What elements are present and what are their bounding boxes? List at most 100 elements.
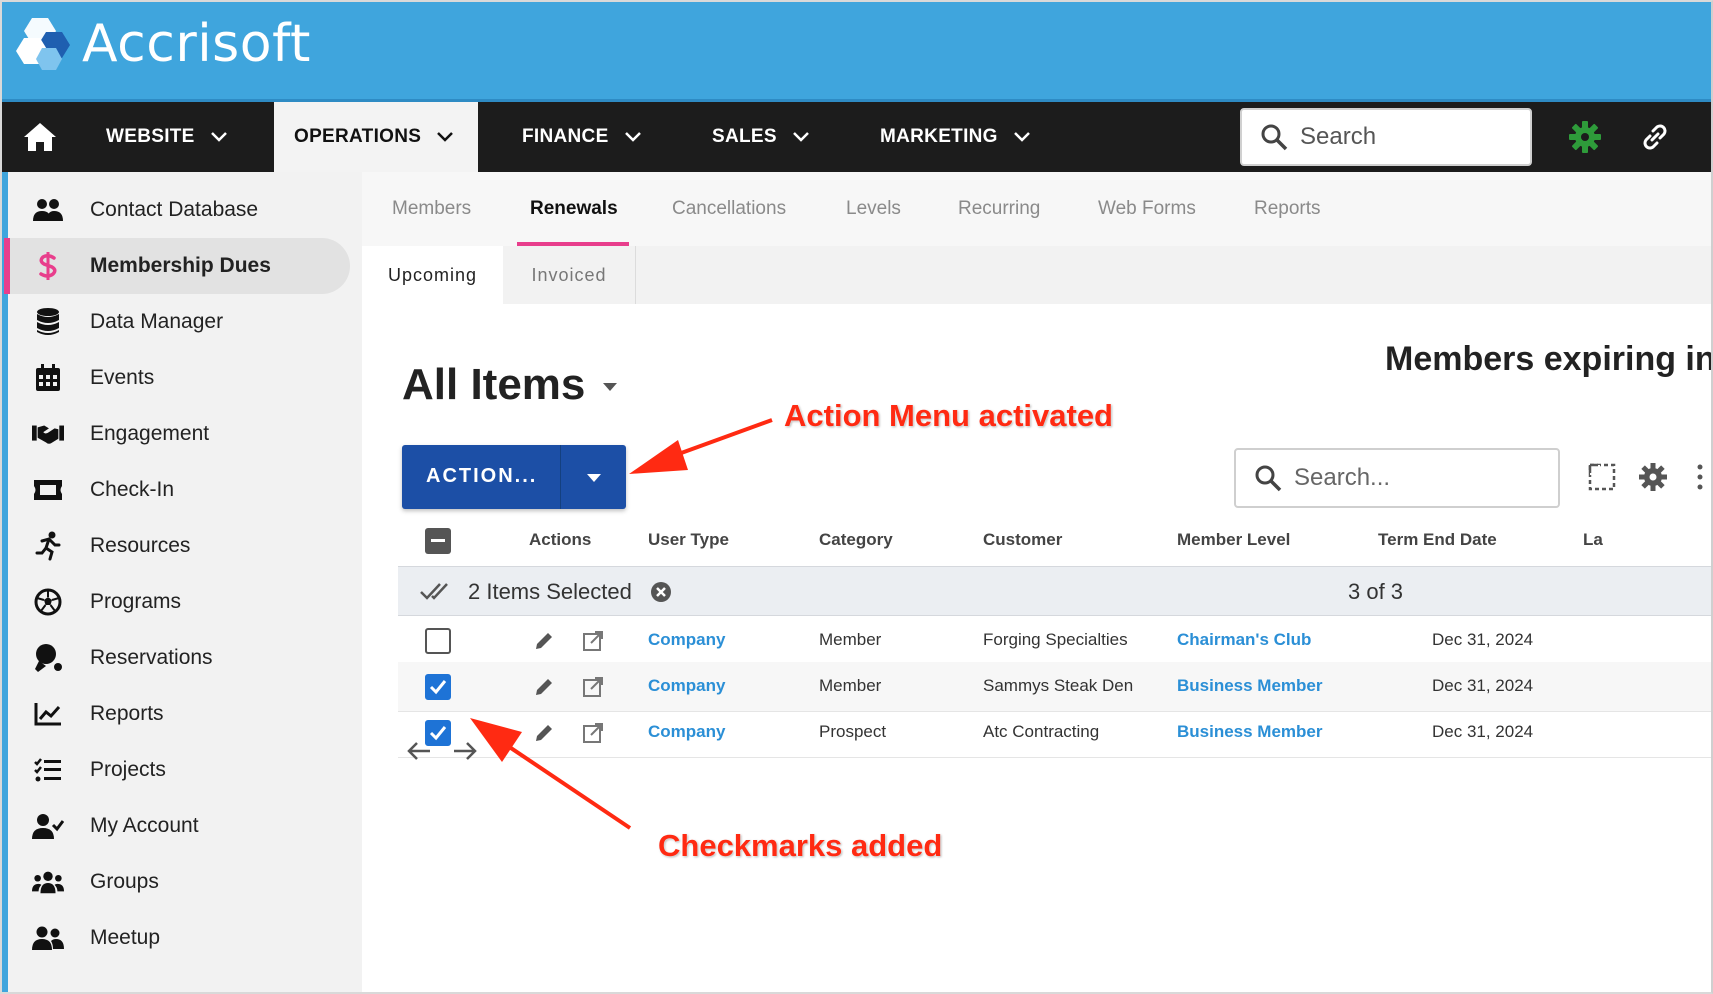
sidebar-item-programs[interactable]: Programs: [10, 574, 350, 630]
nav-website[interactable]: WEBSITE: [106, 102, 227, 172]
table-row: Company Member Forging Specialties Chair…: [398, 616, 1711, 666]
sidebar-item-reports[interactable]: Reports: [10, 686, 350, 742]
cell-member-level[interactable]: Business Member: [1177, 722, 1323, 742]
action-button-label: ACTION...: [426, 465, 538, 487]
caret-down-icon[interactable]: [586, 473, 602, 483]
column-header-member-level[interactable]: Member Level: [1177, 530, 1290, 550]
sidebar-item-label: Programs: [90, 590, 182, 613]
record-count-text: 3 of 3: [1348, 579, 1404, 604]
view-title[interactable]: All Items: [402, 360, 585, 410]
tab-web-forms[interactable]: Web Forms: [1098, 172, 1196, 246]
sidebar-item-data-manager[interactable]: Data Manager: [10, 294, 350, 350]
subtab-invoiced[interactable]: Invoiced: [503, 246, 636, 304]
tab-members[interactable]: Members: [392, 172, 471, 246]
sidebar-item-groups[interactable]: Groups: [10, 854, 350, 910]
edit-pencil-icon[interactable]: [533, 630, 555, 652]
tasks-icon: [32, 754, 64, 786]
tab-recurring[interactable]: Recurring: [958, 172, 1040, 246]
tab-levels[interactable]: Levels: [846, 172, 901, 246]
main-nav: WEBSITE OPERATIONS FINANCE SALES MARKETI…: [2, 102, 1711, 172]
sidebar-item-label: Membership Dues: [90, 254, 271, 277]
nav-marketing[interactable]: MARKETING: [880, 102, 1030, 172]
arrow-right-icon[interactable]: [452, 740, 478, 762]
open-external-icon[interactable]: [582, 630, 604, 652]
tab-reports[interactable]: Reports: [1254, 172, 1321, 246]
calendar-icon: [32, 362, 64, 394]
sidebar-item-events[interactable]: Events: [10, 350, 350, 406]
sidebar-item-resources[interactable]: Resources: [10, 518, 350, 574]
global-search-input[interactable]: Search: [1240, 108, 1532, 166]
clear-selection-icon[interactable]: [650, 581, 672, 603]
link-icon[interactable]: [1638, 120, 1672, 154]
settings-gear-icon[interactable]: [1568, 120, 1602, 154]
soccer-ball-icon: [32, 586, 64, 618]
nav-finance[interactable]: FINANCE: [522, 102, 641, 172]
edit-pencil-icon[interactable]: [533, 676, 555, 698]
sidebar-item-check-in[interactable]: Check-In: [10, 462, 350, 518]
sidebar-item-label: Events: [90, 366, 155, 389]
handshake-icon: [32, 418, 64, 450]
user-check-icon: [32, 810, 64, 842]
selection-count-text: 2 Items Selected: [468, 579, 632, 604]
chevron-down-icon: [210, 132, 227, 142]
module-tabs: Members Renewals Cancellations Levels Re…: [362, 172, 1711, 246]
action-button-divider: [560, 445, 561, 509]
database-icon: [32, 306, 64, 338]
column-header-category[interactable]: Category: [819, 530, 893, 550]
cell-customer: Sammys Steak Den: [983, 676, 1134, 695]
nav-sales[interactable]: SALES: [712, 102, 809, 172]
search-icon: [1261, 124, 1288, 151]
subtab-upcoming[interactable]: Upcoming: [362, 246, 503, 304]
action-button[interactable]: ACTION...: [402, 445, 626, 509]
cell-user-type[interactable]: Company: [648, 630, 725, 650]
more-vertical-icon[interactable]: [1694, 462, 1706, 492]
select-area-icon[interactable]: [1587, 462, 1617, 492]
sidebar-item-reservations[interactable]: Reservations: [10, 630, 350, 686]
accrisoft-logo-icon[interactable]: [12, 14, 78, 74]
checkmark-icon: [429, 680, 447, 695]
column-header-customer[interactable]: Customer: [983, 530, 1062, 550]
nav-operations[interactable]: OPERATIONS: [274, 102, 478, 172]
column-header-truncated[interactable]: La: [1583, 530, 1603, 550]
running-icon: [32, 530, 64, 562]
row-checkbox-checked[interactable]: [425, 674, 451, 700]
table-settings-gear-icon[interactable]: [1638, 462, 1668, 492]
column-header-actions[interactable]: Actions: [529, 530, 591, 550]
renewals-subtabs: Upcoming Invoiced: [362, 246, 1711, 304]
open-external-icon[interactable]: [582, 722, 604, 744]
nav-sales-label: SALES: [712, 126, 777, 147]
global-search-placeholder: Search: [1300, 123, 1377, 150]
row-checkbox[interactable]: [425, 628, 451, 654]
tab-cancellations[interactable]: Cancellations: [672, 172, 786, 246]
edit-pencil-icon[interactable]: [533, 722, 555, 744]
checkmark-icon: [429, 726, 447, 741]
contacts-icon: [32, 194, 64, 226]
cell-user-type[interactable]: Company: [648, 722, 725, 742]
tab-renewals[interactable]: Renewals: [530, 172, 618, 246]
open-external-icon[interactable]: [582, 676, 604, 698]
select-all-checkbox[interactable]: [425, 528, 451, 554]
cell-member-level[interactable]: Business Member: [1177, 676, 1323, 696]
caret-down-icon[interactable]: [602, 382, 618, 392]
nav-operations-label: OPERATIONS: [294, 126, 422, 147]
sidebar-item-meetup[interactable]: Meetup: [10, 910, 350, 966]
sidebar-item-label: Resources: [90, 534, 191, 557]
sidebar-item-engagement[interactable]: Engagement: [10, 406, 350, 462]
sidebar-item-projects[interactable]: Projects: [10, 742, 350, 798]
brand-bar: Accrisoft: [2, 2, 1711, 102]
table-row: Company Prospect Atc Contracting Busines…: [398, 708, 1711, 758]
home-icon[interactable]: [22, 120, 58, 154]
sidebar-item-membership-dues[interactable]: Membership Dues: [4, 238, 350, 294]
sidebar-item-contact-database[interactable]: Contact Database: [10, 182, 350, 238]
cell-term-end-date: Dec 31, 2024: [1432, 676, 1534, 695]
cell-user-type[interactable]: Company: [648, 676, 725, 696]
cell-member-level[interactable]: Chairman's Club: [1177, 630, 1311, 650]
column-header-term-end-date[interactable]: Term End Date: [1378, 530, 1497, 550]
arrow-left-icon[interactable]: [406, 740, 432, 762]
cell-term-end-date: Dec 31, 2024: [1432, 630, 1534, 649]
main-content: Members Renewals Cancellations Levels Re…: [362, 172, 1711, 992]
table-search-input[interactable]: Search...: [1234, 448, 1560, 508]
sidebar-item-my-account[interactable]: My Account: [10, 798, 350, 854]
chevron-down-icon: [624, 132, 641, 142]
column-header-user-type[interactable]: User Type: [648, 530, 729, 550]
